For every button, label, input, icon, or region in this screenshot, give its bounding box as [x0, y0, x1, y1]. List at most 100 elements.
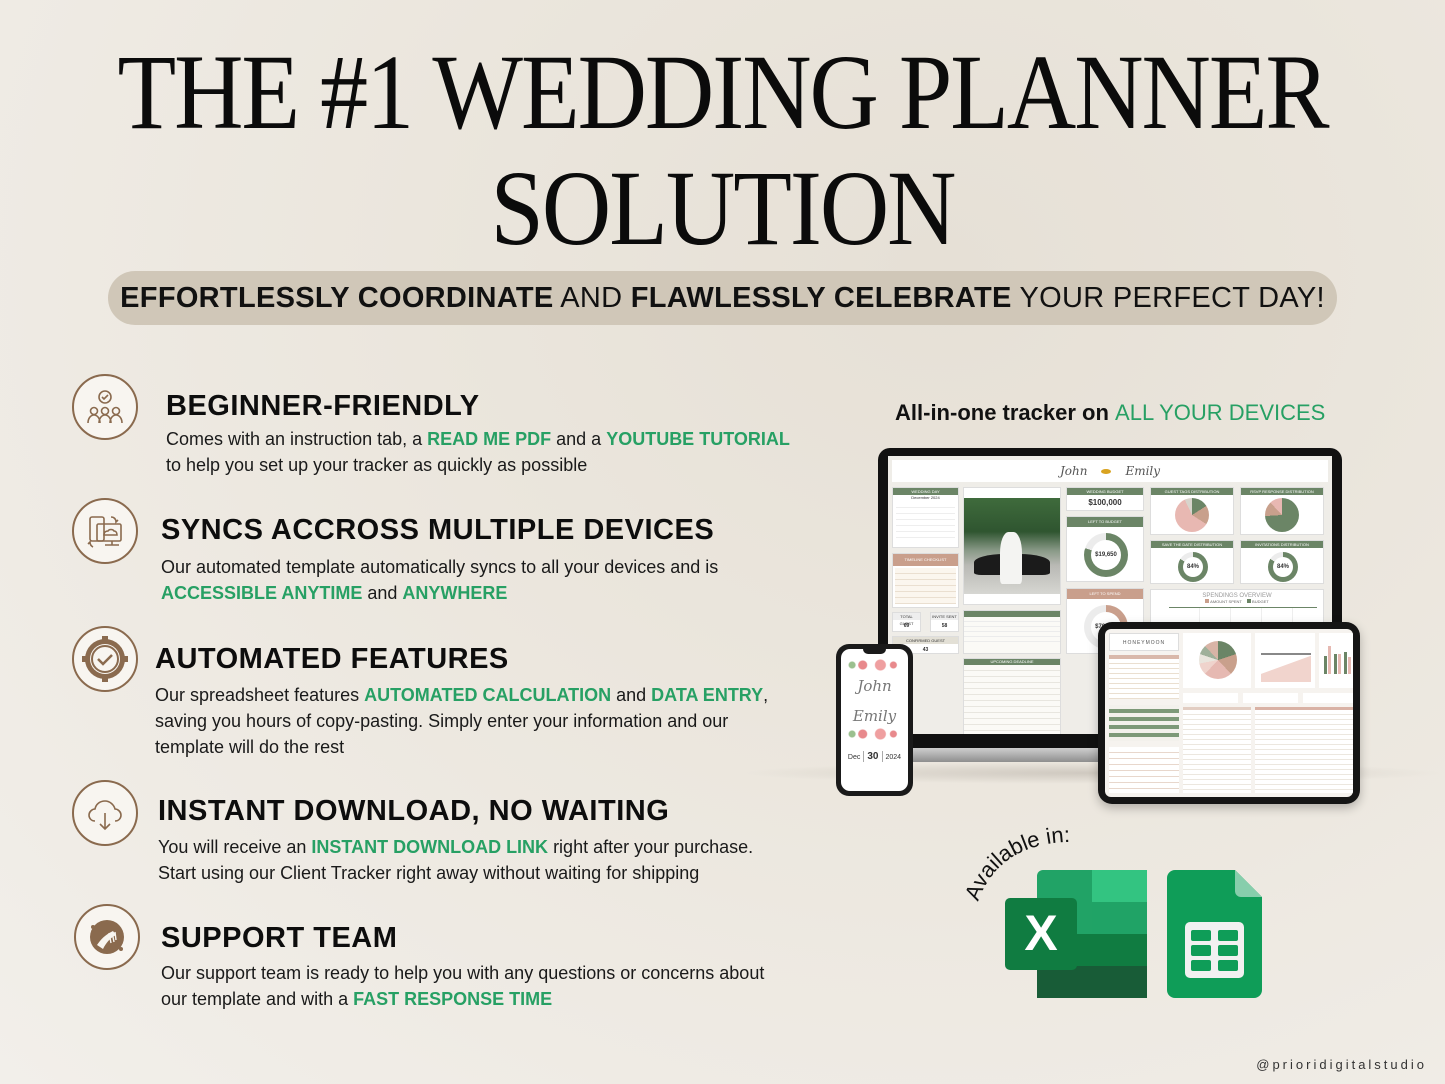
couple-photo-card — [963, 487, 1061, 605]
card-label: RSVP RESPONSE DISTRIBUTION — [1241, 488, 1323, 495]
wedding-day-calendar: WEDDING DAY December 2024 — [892, 487, 959, 548]
wedding-budget-value: $100,000 — [1088, 498, 1122, 507]
card-label: INVITE SENT — [931, 613, 958, 620]
text: You will receive an — [158, 837, 312, 857]
save-the-date-chart: SAVE THE DATE DISTRIBUTION 84% — [1150, 540, 1234, 584]
card-label: GUEST TAGS DISTRIBUTION — [1151, 488, 1233, 495]
phone-name-2: Emily — [852, 707, 897, 725]
devices-caption: All-in-one tracker on ALL YOUR DEVICES — [895, 400, 1325, 426]
card-label: WEDDING BUDGET — [1067, 488, 1143, 495]
caption-highlight: ALL YOUR DEVICES — [1115, 400, 1326, 425]
legend-label: AMOUNT SPENT — [1210, 599, 1242, 604]
card-label: TIMELINE CHECKLIST — [893, 554, 958, 566]
multi-device-sync-icon — [72, 498, 138, 564]
phone-mockup: John Emily Dec 30 2024 — [836, 644, 913, 796]
legend-label: BUDGET — [1252, 599, 1269, 604]
budget-summary-table — [1109, 655, 1179, 699]
honeymoon-budget-title: HONEYMOON BUDGET — [1109, 633, 1179, 664]
card-label: LEFT TO SPEND — [1067, 589, 1143, 599]
date-year: 2024 — [885, 754, 902, 761]
text: and a — [551, 429, 607, 449]
highlight-automated-calculation: AUTOMATED CALCULATION — [364, 685, 612, 705]
date-month: Dec — [847, 754, 861, 761]
couple-header: John Emily — [892, 460, 1328, 482]
left-to-budget-card: LEFT TO BUDGET $19,650 — [1066, 516, 1144, 582]
text: and — [611, 685, 652, 705]
task-table — [963, 610, 1061, 654]
expenses-breakdown-chart — [1183, 633, 1251, 688]
tagline-bold-3: FLAWLESSLY CELEBRATE — [630, 281, 1012, 314]
phone-date: Dec 30 2024 — [841, 751, 908, 762]
total-expenses-chart — [1255, 633, 1315, 688]
highlight-instant-download-link: INSTANT DOWNLOAD LINK — [311, 837, 549, 857]
studio-handle: @prioridigitalstudio — [1256, 1057, 1427, 1072]
feature-description-line-1: Comes with an instruction tab, a READ ME… — [166, 426, 790, 452]
invitations-value: 84% — [1273, 557, 1293, 577]
invite-sent-card: INVITE SENT 58 — [930, 612, 959, 632]
tablet-honeymoon-screen: HONEYMOON BUDGET — [1105, 629, 1353, 797]
card-label: TOTAL GUEST — [893, 613, 920, 626]
daily-expenses-table — [1183, 707, 1251, 793]
bar — [1334, 654, 1337, 674]
expenses-area — [1261, 652, 1311, 682]
card-label: INVITATIONS DISTRIBUTION — [1241, 541, 1323, 548]
bar — [1348, 657, 1351, 674]
save-the-date-value: 84% — [1183, 557, 1203, 577]
left-to-budget-donut: $19,650 — [1084, 533, 1128, 577]
feature-title: INSTANT DOWNLOAD, NO WAITING — [158, 795, 670, 827]
card-label: CONFIRMED GUEST — [893, 637, 958, 644]
highlight-data-entry: DATA ENTRY — [651, 685, 764, 705]
text: , — [763, 685, 769, 705]
feature-description-line-1: You will receive an INSTANT DOWNLOAD LIN… — [158, 834, 753, 860]
card-label: SAVE THE DATE DISTRIBUTION — [1151, 541, 1233, 548]
currency-converter — [1109, 747, 1179, 793]
feature-description-line-2: Start using our Client Tracker right awa… — [158, 863, 700, 883]
bar — [1344, 652, 1347, 674]
deadline-rows — [964, 665, 1060, 734]
card-label: LEFT TO BUDGET — [1067, 517, 1143, 527]
phone-name-1: John — [857, 677, 892, 695]
google-sheets-icon — [1167, 870, 1262, 998]
date-day: 30 — [863, 751, 883, 762]
upcoming-deadline-table: UPCOMING DEADLINE — [963, 658, 1061, 734]
wedding-budget-card: WEDDING BUDGET $100,000 — [1066, 487, 1144, 511]
bar — [1324, 656, 1327, 674]
chart-legend: AMOUNT SPENT BUDGET — [1151, 599, 1323, 604]
caption-text: All-in-one tracker on — [895, 400, 1116, 425]
rings-icon — [1101, 469, 1112, 474]
expenses-pie — [1199, 641, 1237, 679]
highlight-accessible-anytime: ACCESSIBLE ANYTIME — [161, 583, 363, 603]
feature-description-line-2: to help you set up your tracker as quick… — [166, 455, 588, 475]
calendar-month: December 2024 — [911, 495, 940, 500]
feature-title: SYNCS ACCROSS MULTIPLE DEVICES — [161, 514, 715, 546]
budget-line — [1261, 653, 1311, 655]
feature-description-line-2: ACCESSIBLE ANYTIME and ANYWHERE — [161, 580, 507, 606]
excel-icon: X — [1005, 870, 1147, 998]
text: Comes with an instruction tab, a — [166, 429, 428, 449]
cloud-download-icon — [72, 780, 138, 846]
total-guest-card: TOTAL GUEST 69 — [892, 612, 921, 632]
timeline-rows — [895, 568, 956, 604]
left-to-budget-value: $19,650 — [1091, 540, 1121, 570]
guest-tags-pie — [1175, 498, 1209, 532]
timeline-checklist: TIMELINE CHECKLIST — [892, 553, 959, 608]
transaction-records-table — [1255, 707, 1353, 793]
invite-sent-value: 58 — [941, 623, 948, 629]
groom-name: John — [1059, 464, 1088, 478]
highlight-youtube-tutorial: YOUTUBE TUTORIAL — [606, 429, 790, 449]
invitations-chart: INVITATIONS DISTRIBUTION 84% — [1240, 540, 1324, 584]
phone-save-the-date-screen: John Emily Dec 30 2024 — [841, 649, 908, 791]
main-title-line-1: THE #1 WEDDING PLANNER — [117, 31, 1329, 152]
bride-name: Emily — [1125, 464, 1161, 478]
card-label: WEDDING DAY — [893, 488, 958, 495]
rsvp-pie — [1265, 498, 1299, 532]
bar — [1328, 646, 1331, 674]
tagline-text-4: YOUR PERFECT DAY! — [1011, 281, 1325, 314]
legend-swatch-spent — [1205, 599, 1210, 603]
feature-description-line-3: template will do the rest — [155, 737, 345, 757]
highlight-fast-response-time: FAST RESPONSE TIME — [353, 989, 553, 1009]
main-title-line-2: SOLUTION — [490, 147, 957, 268]
couple-photo — [964, 498, 1060, 594]
svg-text:X: X — [1024, 905, 1057, 961]
feature-description-line-1: Our automated template automatically syn… — [161, 557, 719, 577]
